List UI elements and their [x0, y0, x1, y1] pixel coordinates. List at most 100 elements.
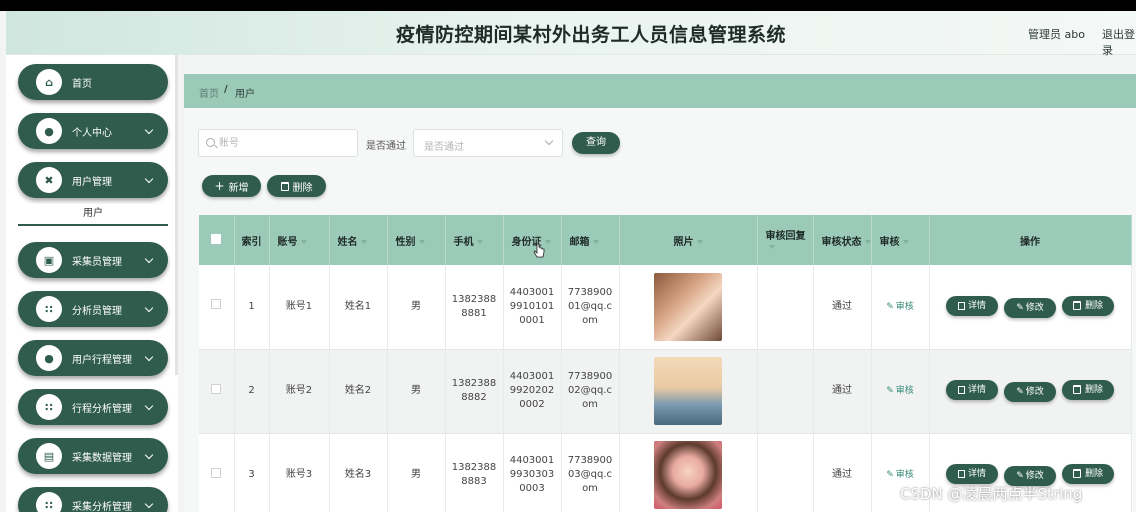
cell-status: 通过	[813, 349, 872, 434]
delete-button[interactable]: 删除	[1062, 295, 1114, 316]
sidebar-item-user-management[interactable]: ✖ 用户管理	[18, 162, 168, 198]
breadcrumb-home[interactable]: 首页	[199, 85, 219, 100]
sort-icon[interactable]	[864, 239, 871, 244]
cell-index: 1	[234, 265, 270, 350]
header-ops: 操作	[929, 215, 1132, 265]
sidebar-subitem-users[interactable]: 用户	[18, 204, 168, 226]
detail-button[interactable]: 详情	[946, 296, 998, 316]
row-select-cell[interactable]	[199, 265, 235, 350]
table-row: 2 账号2 姓名2 男 13823888882 4403001992020200…	[199, 349, 1132, 434]
sort-icon[interactable]	[360, 239, 367, 244]
current-user: 管理员 abo	[1028, 28, 1085, 41]
sidebar-item-home[interactable]: ⌂ 首页	[18, 64, 168, 100]
sidebar-item-label: 用户管理	[72, 176, 112, 188]
sidebar-item-user-trip-management[interactable]: ● 用户行程管理	[18, 340, 168, 376]
cell-audit[interactable]: ✎ 审核	[871, 265, 930, 350]
sidebar-item-analyst-management[interactable]: ∷ 分析员管理	[18, 291, 168, 327]
cell-phone: 13823888883	[445, 433, 504, 512]
chevron-down-icon	[144, 450, 154, 459]
cell-name: 姓名2	[329, 349, 388, 434]
csdn-watermark: CSDN @凌晨两点半String	[900, 485, 1083, 503]
table-row: 1 账号1 姓名1 男 13823888881 4403001991010100…	[199, 265, 1132, 350]
audit-link[interactable]: ✎ 审核	[886, 470, 914, 480]
chevron-down-icon	[144, 303, 154, 312]
header-phone[interactable]: 手机	[445, 215, 504, 265]
header-reply[interactable]: 审核回复	[757, 215, 814, 265]
cell-reply	[757, 265, 814, 350]
header-name[interactable]: 姓名	[329, 215, 388, 265]
header-account[interactable]: 账号	[269, 215, 330, 265]
sort-icon[interactable]	[696, 239, 703, 244]
users-table: 索引 账号 姓名 性别 手机 身份证 邮箱 照片 审核回复 审核状态 审核 操作…	[199, 215, 1132, 512]
sidebar-item-collection-analysis-management[interactable]: ∷ 采集分析管理	[18, 487, 168, 512]
header-idcard[interactable]: 身份证	[503, 215, 562, 265]
row-select-cell[interactable]	[199, 349, 235, 434]
add-button[interactable]: + 新增	[202, 175, 261, 197]
pass-filter-select[interactable]: 是否通过	[413, 129, 563, 157]
select-all-checkbox[interactable]	[211, 233, 222, 244]
edit-icon: ✎	[1016, 387, 1024, 398]
select-all-cell[interactable]	[199, 215, 235, 265]
sort-icon[interactable]	[902, 239, 909, 244]
document-icon	[957, 386, 965, 395]
header-index: 索引	[234, 215, 270, 265]
sort-icon[interactable]	[418, 239, 425, 244]
cell-idcard: 440300199101010001	[503, 265, 562, 350]
audit-link[interactable]: ✎ 审核	[886, 386, 914, 396]
edit-button[interactable]: ✎ 修改	[1004, 382, 1056, 403]
user-photo	[654, 272, 722, 341]
breadcrumb: 首页 / 用户	[184, 74, 1136, 108]
account-search-input[interactable]	[219, 135, 349, 152]
sidebar-item-trip-analysis-management[interactable]: ∷ 行程分析管理	[18, 389, 168, 425]
cell-gender: 男	[387, 265, 446, 350]
edit-label: 修改	[1025, 387, 1044, 398]
detail-button[interactable]: 详情	[946, 464, 998, 485]
delete-button[interactable]: 删除	[1062, 379, 1114, 400]
detail-button[interactable]: 详情	[946, 380, 998, 401]
header-status[interactable]: 审核状态	[813, 215, 872, 265]
chevron-down-icon	[144, 352, 154, 361]
audit-link[interactable]: ✎ 审核	[886, 302, 914, 312]
sidebar-item-label: 采集分析管理	[72, 501, 132, 512]
row-checkbox[interactable]	[211, 383, 222, 394]
sort-icon[interactable]	[476, 239, 483, 244]
row-checkbox[interactable]	[211, 467, 222, 478]
sidebar-item-personal-center[interactable]: ● 个人中心	[18, 113, 168, 149]
edit-button[interactable]: ✎ 修改	[1004, 298, 1056, 318]
top-black-bar	[0, 0, 1136, 11]
sort-icon[interactable]	[300, 239, 307, 244]
sort-icon[interactable]	[768, 245, 775, 249]
sidebar-item-collected-data-management[interactable]: ▤ 采集数据管理	[18, 438, 168, 474]
sidebar-item-collector-management[interactable]: ▣ 采集员管理	[18, 242, 168, 278]
header-photo[interactable]: 照片	[619, 215, 758, 265]
logout-link[interactable]: 退出登录	[1102, 26, 1136, 58]
row-select-cell[interactable]	[199, 433, 235, 512]
user-manage-icon: ✖	[36, 167, 62, 193]
grid-icon: ∷	[36, 394, 62, 420]
query-button[interactable]: 查询	[572, 132, 620, 154]
cell-photo	[619, 265, 758, 350]
cell-account: 账号1	[269, 265, 330, 350]
chevron-down-icon	[544, 136, 554, 146]
header-gender[interactable]: 性别	[387, 215, 446, 265]
sidebar-item-label: 采集员管理	[72, 256, 122, 268]
audit-label: 审核	[895, 470, 914, 480]
edit-icon: ✎	[1016, 471, 1024, 482]
cell-audit[interactable]: ✎ 审核	[871, 349, 930, 434]
header-email[interactable]: 邮箱	[561, 215, 620, 265]
trash-icon	[1072, 385, 1081, 395]
delete-button[interactable]: 删除	[1062, 463, 1114, 484]
row-checkbox[interactable]	[211, 299, 222, 310]
sidebar-item-label: 个人中心	[72, 127, 112, 139]
header-label: 手机	[453, 236, 474, 248]
audit-label: 审核	[895, 386, 914, 396]
header-audit[interactable]: 审核	[871, 215, 930, 265]
sort-icon[interactable]	[592, 239, 599, 244]
header-label: 邮箱	[569, 236, 590, 248]
cell-phone-text: 13823888883	[451, 462, 497, 487]
account-search-field[interactable]	[198, 129, 358, 157]
batch-delete-button[interactable]: 删除	[267, 175, 326, 197]
sort-icon[interactable]	[544, 239, 551, 244]
header-label: 审核	[879, 236, 900, 248]
delete-label: 删除	[1084, 468, 1103, 479]
